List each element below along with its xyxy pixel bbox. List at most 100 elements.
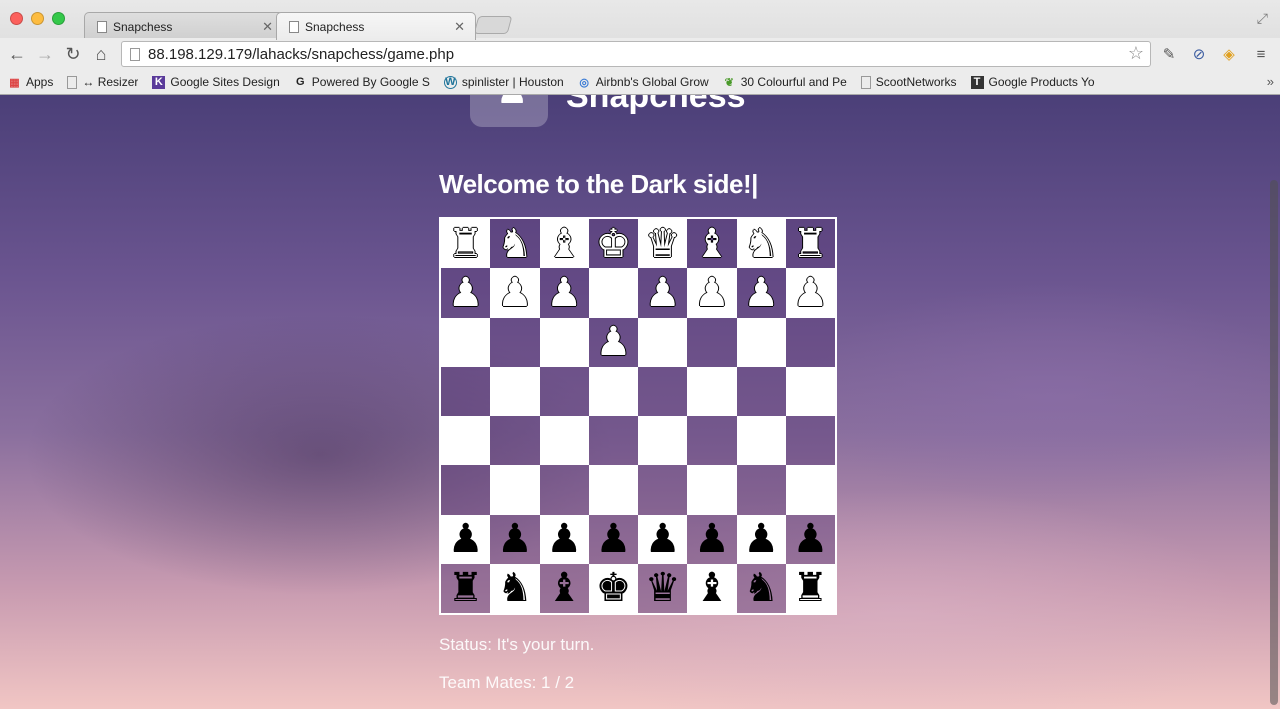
square-a7[interactable]: ♟	[441, 268, 491, 318]
square-g3[interactable]	[736, 465, 786, 515]
page-scrollbar[interactable]	[1270, 180, 1278, 705]
bookmark-star-icon[interactable]: ☆	[1128, 43, 1144, 64]
black-pawn-piece[interactable]: ♟	[546, 519, 582, 559]
white-bishop-piece[interactable]: ♝	[546, 224, 582, 264]
bookmark-airbnb[interactable]: ◎ Airbnb's Global Grow	[578, 75, 708, 89]
square-e1[interactable]: ♛	[638, 563, 688, 613]
square-h1[interactable]: ♜	[785, 563, 835, 613]
white-knight-piece[interactable]: ♞	[497, 224, 533, 264]
black-rook-piece[interactable]: ♜	[448, 568, 484, 608]
zoom-window-button[interactable]	[52, 12, 65, 25]
square-f3[interactable]	[687, 465, 737, 515]
bookmark-powered-by-google[interactable]: G Powered By Google S	[294, 75, 430, 89]
square-c4[interactable]	[539, 416, 589, 466]
tab-snapchess-1[interactable]: Snapchess ✕	[84, 12, 284, 40]
square-c5[interactable]	[539, 366, 589, 416]
bookmark-apps[interactable]: ▦ Apps	[8, 75, 53, 89]
bookmark-google-sites[interactable]: K Google Sites Design	[152, 75, 280, 89]
square-h3[interactable]	[785, 465, 835, 515]
black-pawn-piece[interactable]: ♟	[694, 519, 730, 559]
square-a8[interactable]: ♜	[441, 219, 491, 269]
block-icon[interactable]: ⊘	[1190, 45, 1208, 63]
black-pawn-piece[interactable]: ♟	[792, 519, 828, 559]
fullscreen-icon[interactable]: ⤢	[1257, 10, 1268, 27]
square-g5[interactable]	[736, 366, 786, 416]
bookmark-resizer[interactable]: ↔ Resizer	[67, 75, 138, 89]
address-bar[interactable]: ☆	[121, 41, 1151, 67]
white-bishop-piece[interactable]: ♝	[694, 224, 730, 264]
square-a5[interactable]	[441, 366, 491, 416]
black-pawn-piece[interactable]: ♟	[497, 519, 533, 559]
back-button[interactable]: ←	[6, 43, 28, 65]
square-e2[interactable]: ♟	[638, 514, 688, 564]
square-a2[interactable]: ♟	[441, 514, 491, 564]
square-e5[interactable]	[638, 366, 688, 416]
menu-icon[interactable]: ≡	[1252, 45, 1270, 63]
square-e7[interactable]: ♟	[638, 268, 688, 318]
eyedropper-icon[interactable]: ✎	[1160, 45, 1178, 63]
square-g7[interactable]: ♟	[736, 268, 786, 318]
square-d1[interactable]: ♚	[588, 563, 638, 613]
white-king-piece[interactable]: ♚	[595, 224, 631, 264]
white-knight-piece[interactable]: ♞	[743, 224, 779, 264]
square-a3[interactable]	[441, 465, 491, 515]
square-b1[interactable]: ♞	[490, 563, 540, 613]
black-rook-piece[interactable]: ♜	[792, 568, 828, 608]
square-h8[interactable]: ♜	[785, 219, 835, 269]
more-bookmarks-icon[interactable]: »	[1267, 74, 1274, 89]
black-pawn-piece[interactable]: ♟	[595, 519, 631, 559]
square-d7[interactable]	[588, 268, 638, 318]
black-queen-piece[interactable]: ♛	[645, 568, 681, 608]
square-d8[interactable]: ♚	[588, 219, 638, 269]
square-d2[interactable]: ♟	[588, 514, 638, 564]
white-pawn-piece[interactable]: ♟	[645, 273, 681, 313]
white-pawn-piece[interactable]: ♟	[792, 273, 828, 313]
square-d6[interactable]: ♟	[588, 317, 638, 367]
black-bishop-piece[interactable]: ♝	[546, 568, 582, 608]
minimize-window-button[interactable]	[31, 12, 44, 25]
square-f5[interactable]	[687, 366, 737, 416]
square-c1[interactable]: ♝	[539, 563, 589, 613]
square-b3[interactable]	[490, 465, 540, 515]
square-h5[interactable]	[785, 366, 835, 416]
white-queen-piece[interactable]: ♛	[645, 224, 681, 264]
square-d4[interactable]	[588, 416, 638, 466]
square-f6[interactable]	[687, 317, 737, 367]
square-e4[interactable]	[638, 416, 688, 466]
square-g2[interactable]: ♟	[736, 514, 786, 564]
square-b6[interactable]	[490, 317, 540, 367]
close-window-button[interactable]	[10, 12, 23, 25]
white-pawn-piece[interactable]: ♟	[694, 273, 730, 313]
white-pawn-piece[interactable]: ♟	[546, 273, 582, 313]
square-g6[interactable]	[736, 317, 786, 367]
white-pawn-piece[interactable]: ♟	[743, 273, 779, 313]
square-b7[interactable]: ♟	[490, 268, 540, 318]
url-input[interactable]	[148, 44, 1108, 64]
black-knight-piece[interactable]: ♞	[497, 568, 533, 608]
square-e8[interactable]: ♛	[638, 219, 688, 269]
square-c8[interactable]: ♝	[539, 219, 589, 269]
square-h6[interactable]	[785, 317, 835, 367]
white-rook-piece[interactable]: ♜	[448, 224, 484, 264]
square-c2[interactable]: ♟	[539, 514, 589, 564]
white-pawn-piece[interactable]: ♟	[595, 322, 631, 362]
black-pawn-piece[interactable]: ♟	[645, 519, 681, 559]
square-g4[interactable]	[736, 416, 786, 466]
home-button[interactable]: ⌂	[90, 43, 112, 65]
square-h4[interactable]	[785, 416, 835, 466]
black-pawn-piece[interactable]: ♟	[448, 519, 484, 559]
forward-button[interactable]: →	[34, 43, 56, 65]
black-king-piece[interactable]: ♚	[595, 568, 631, 608]
bookmark-scootnetworks[interactable]: ScootNetworks	[860, 75, 957, 89]
square-c7[interactable]: ♟	[539, 268, 589, 318]
close-tab-icon[interactable]: ✕	[262, 19, 273, 35]
square-f7[interactable]: ♟	[687, 268, 737, 318]
black-bishop-piece[interactable]: ♝	[694, 568, 730, 608]
square-c3[interactable]	[539, 465, 589, 515]
reload-button[interactable]: ↻	[62, 43, 84, 65]
close-tab-icon[interactable]: ✕	[454, 19, 465, 35]
square-f4[interactable]	[687, 416, 737, 466]
square-b5[interactable]	[490, 366, 540, 416]
square-a6[interactable]	[441, 317, 491, 367]
square-f1[interactable]: ♝	[687, 563, 737, 613]
